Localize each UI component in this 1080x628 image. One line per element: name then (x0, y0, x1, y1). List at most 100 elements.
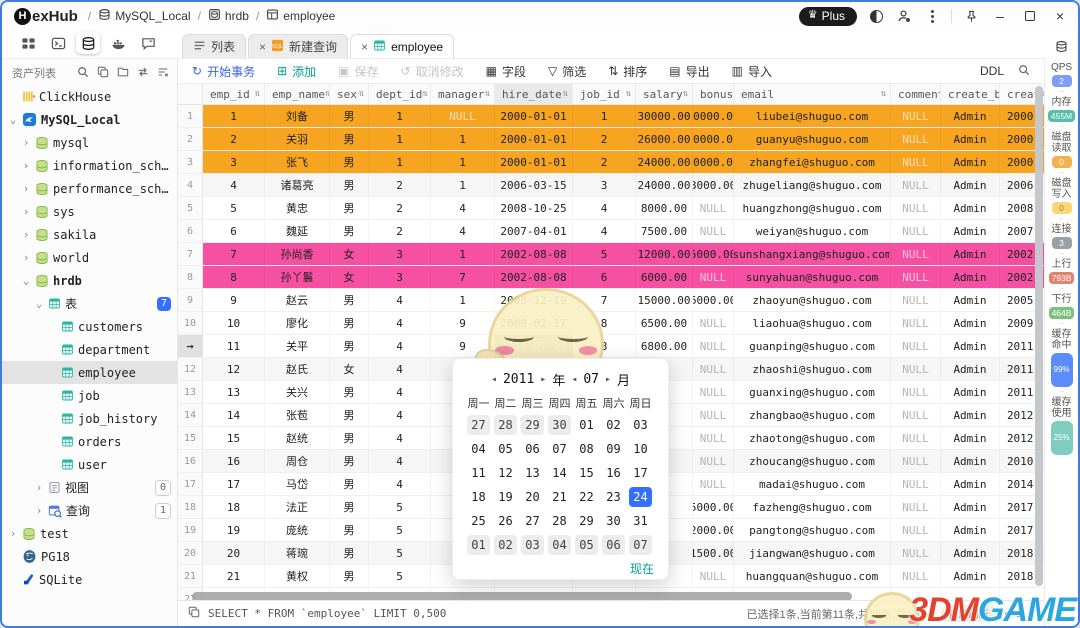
sidebar-item-hrdb[interactable]: ⌄hrdb (2, 269, 177, 292)
cell-create_by[interactable]: Admin (941, 174, 1000, 196)
cell-sex[interactable]: 男 (330, 565, 369, 587)
breadcrumb-item-hrdb[interactable]: hrdb (208, 8, 249, 24)
cell-hire_date[interactable]: 2006-03-15 (495, 174, 573, 196)
chevron-right-icon[interactable]: › (34, 481, 44, 494)
chevron-down-icon[interactable]: ⌄ (34, 297, 44, 310)
cell-salary[interactable]: 15000.00 (636, 289, 693, 311)
row-number[interactable]: 1 (178, 105, 203, 127)
cell-job_id[interactable]: 1 (573, 105, 636, 127)
chevron-down-icon[interactable]: ⌄ (8, 113, 18, 126)
cell-emp_name[interactable]: 张飞 (265, 151, 330, 173)
chevron-right-icon[interactable]: › (34, 504, 44, 517)
cell-sex[interactable]: 男 (330, 128, 369, 150)
date-cell-15[interactable]: 15 (573, 461, 600, 485)
now-button[interactable]: 现在 (630, 560, 654, 577)
row-number[interactable]: 3 (178, 151, 203, 173)
row-number[interactable]: 6 (178, 220, 203, 242)
cell-create_by[interactable]: Admin (941, 542, 1000, 564)
cell-sex[interactable]: 男 (330, 381, 369, 403)
cell-emp_id[interactable]: 1 (203, 105, 265, 127)
cell-dept_id[interactable]: 1 (369, 128, 431, 150)
date-cell-01[interactable]: 01 (573, 413, 600, 437)
copy-connection-icon[interactable] (97, 66, 109, 81)
date-cell-16[interactable]: 16 (600, 461, 627, 485)
cell-emp_name[interactable]: 魏延 (265, 220, 330, 242)
toolbar-字段-button[interactable]: ▦字段 (486, 63, 526, 80)
cell-salary[interactable]: 7500.00 (636, 220, 693, 242)
cell-emp_name[interactable]: 蒋琬 (265, 542, 330, 564)
date-cell-20[interactable]: 20 (519, 485, 546, 509)
cell-dept_id[interactable]: 5 (369, 496, 431, 518)
theme-toggle-icon[interactable] (867, 7, 885, 25)
sort-icon[interactable]: ⇅ (255, 89, 260, 99)
cell-sex[interactable]: 男 (330, 542, 369, 564)
cell-salary[interactable]: 30000.00 (636, 105, 693, 127)
cell-manager[interactable]: 1 (431, 243, 495, 265)
date-cell-01[interactable]: 01 (465, 533, 492, 557)
cell-comments[interactable]: NULL (891, 450, 941, 472)
date-cell-06[interactable]: 06 (600, 533, 627, 557)
cell-emp_id[interactable]: 6 (203, 220, 265, 242)
cell-comments[interactable]: NULL (891, 174, 941, 196)
cell-emp_id[interactable]: 12 (203, 358, 265, 380)
cell-dept_id[interactable]: 4 (369, 427, 431, 449)
cell-email[interactable]: weiyan@shuguo.com (734, 220, 891, 242)
cell-emp_id[interactable]: 19 (203, 519, 265, 541)
cell-emp_id[interactable]: 20 (203, 542, 265, 564)
cell-bonus[interactable]: 10000.00 (693, 128, 734, 150)
cell-emp_name[interactable]: 关兴 (265, 381, 330, 403)
cell-hire_date[interactable]: 2007-04-01 (495, 220, 573, 242)
cell-email[interactable]: pangtong@shuguo.com (734, 519, 891, 541)
cell-dept_id[interactable]: 2 (369, 197, 431, 219)
cell-emp_id[interactable]: 3 (203, 151, 265, 173)
cell-bonus[interactable]: 5000.00 (693, 496, 734, 518)
cell-emp_id[interactable]: 13 (203, 381, 265, 403)
toolbar-筛选-button[interactable]: ▽筛选 (548, 63, 586, 80)
cell-email[interactable]: zhugeliang@shuguo.com (734, 174, 891, 196)
cell-emp_id[interactable]: 9 (203, 289, 265, 311)
cell-emp_id[interactable]: 10 (203, 312, 265, 334)
tab-列表[interactable]: 列表 (182, 34, 246, 58)
cell-emp_id[interactable]: 11 (203, 335, 265, 357)
cell-emp_name[interactable]: 黄忠 (265, 197, 330, 219)
date-cell-29[interactable]: 29 (573, 509, 600, 533)
date-cell-27[interactable]: 27 (519, 509, 546, 533)
cell-create_by[interactable]: Admin (941, 105, 1000, 127)
date-cell-06[interactable]: 06 (519, 437, 546, 461)
date-cell-30[interactable]: 30 (600, 509, 627, 533)
cell-sex[interactable]: 女 (330, 266, 369, 288)
date-cell-29[interactable]: 29 (519, 413, 546, 437)
cell-comments[interactable]: NULL (891, 151, 941, 173)
row-number[interactable]: 14 (178, 404, 203, 426)
cell-dept_id[interactable]: 1 (369, 151, 431, 173)
cell-sex[interactable]: 男 (330, 220, 369, 242)
date-cell-27[interactable]: 27 (465, 413, 492, 437)
cell-create_by[interactable]: Admin (941, 450, 1000, 472)
chevron-right-icon[interactable]: › (21, 251, 31, 264)
cell-emp_name[interactable]: 刘备 (265, 105, 330, 127)
date-cell-31[interactable]: 31 (627, 509, 654, 533)
cell-bonus[interactable]: NULL (693, 197, 734, 219)
cell-dept_id[interactable]: 5 (369, 565, 431, 587)
sort-icon[interactable]: ⇅ (626, 89, 631, 99)
date-cell-13[interactable]: 13 (519, 461, 546, 485)
cell-email[interactable]: zhaotong@shuguo.com (734, 427, 891, 449)
pin-icon[interactable] (962, 7, 980, 25)
cell-job_id[interactable]: 2 (573, 128, 636, 150)
date-cell-22[interactable]: 22 (573, 485, 600, 509)
cell-comments[interactable]: NULL (891, 312, 941, 334)
cell-create_by[interactable]: Admin (941, 312, 1000, 334)
plus-button[interactable]: ♛ Plus (799, 7, 857, 26)
cell-emp_name[interactable]: 张苞 (265, 404, 330, 426)
sidebar-item-customers[interactable]: customers (2, 315, 177, 338)
cell-create_by[interactable]: Admin (941, 496, 1000, 518)
cell-sex[interactable]: 男 (330, 312, 369, 334)
cell-emp_name[interactable]: 马岱 (265, 473, 330, 495)
tab-新建查询[interactable]: ×SQL新建查询 (248, 34, 348, 58)
chevron-down-icon[interactable]: ⌄ (21, 274, 31, 287)
chevron-right-icon[interactable]: › (21, 182, 31, 195)
cell-comments[interactable]: NULL (891, 289, 941, 311)
cell-dept_id[interactable]: 5 (369, 519, 431, 541)
sort-icon[interactable]: ⇅ (881, 89, 886, 99)
date-cell-08[interactable]: 08 (573, 437, 600, 461)
